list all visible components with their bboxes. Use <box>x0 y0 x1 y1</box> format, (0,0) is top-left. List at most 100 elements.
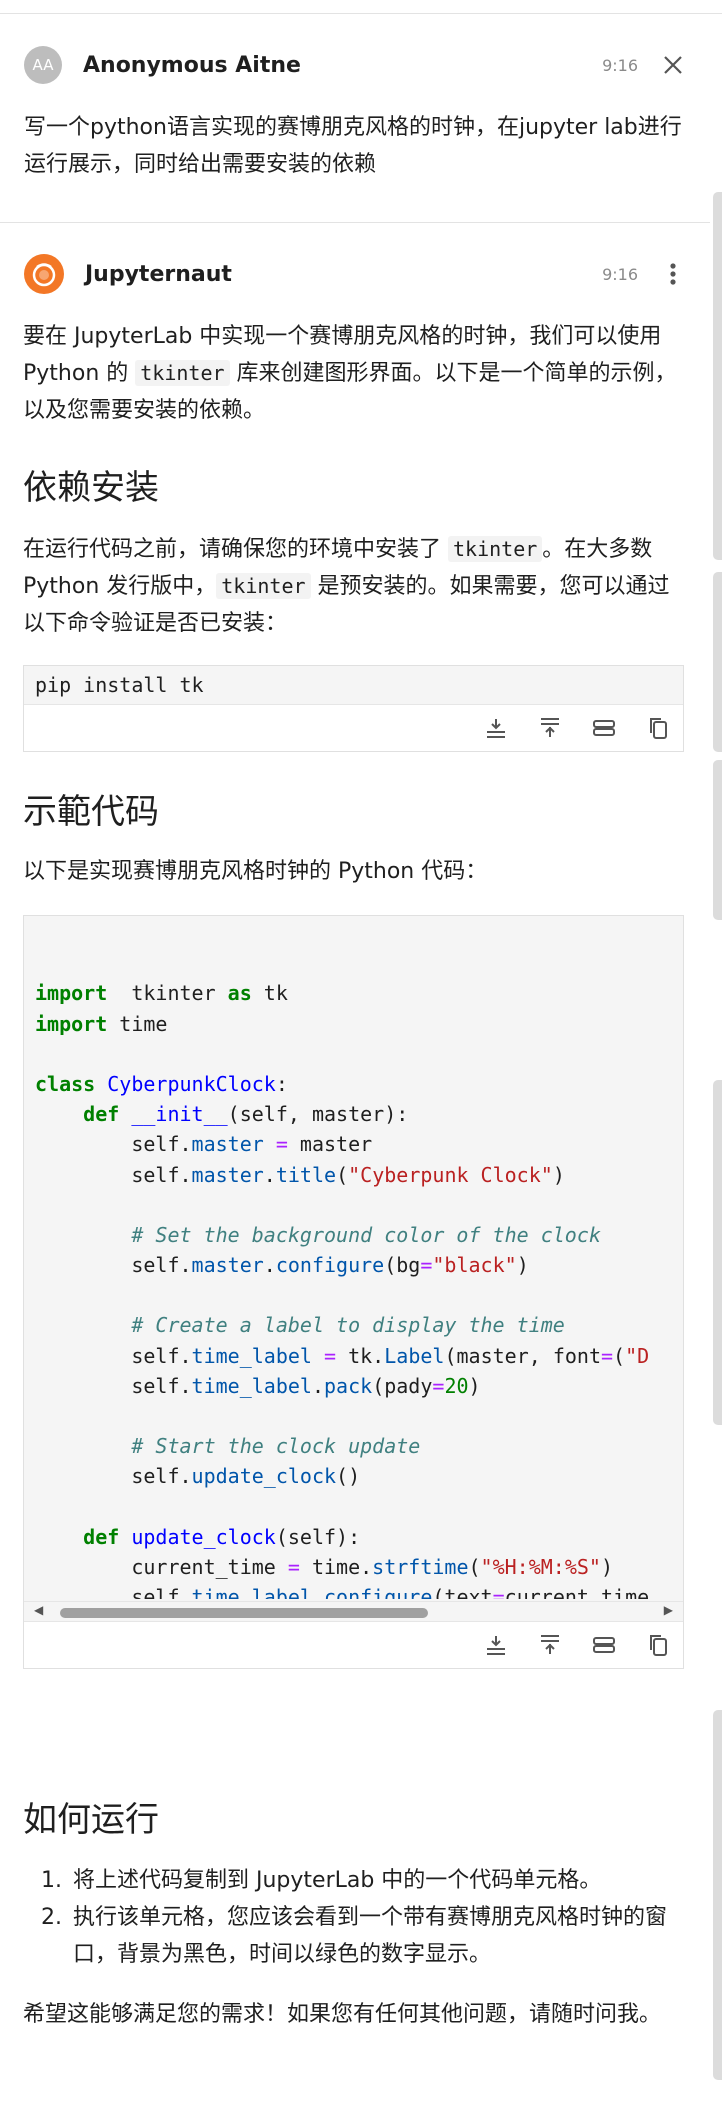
code-line: def __init__(self, master): <box>35 1099 672 1129</box>
jupyter-logo-icon <box>32 263 56 287</box>
insert-above-icon[interactable] <box>481 713 511 743</box>
code-token: def <box>83 1524 120 1549</box>
insert-below-icon[interactable] <box>535 1630 565 1660</box>
code-token: # Create a label to display the time <box>131 1313 565 1338</box>
code-token: "%H:%M:%S" <box>480 1554 601 1579</box>
insert-below-icon[interactable] <box>535 713 565 743</box>
inline-code: tkinter <box>448 536 543 562</box>
code-token: tk. <box>336 1343 385 1368</box>
code-token: update_clock <box>131 1524 276 1549</box>
code-line: # Start the clock update <box>35 1431 672 1461</box>
code-token: strftime <box>372 1554 469 1579</box>
bot-intro-text: 要在 JupyterLab 中实现一个赛博朋克风格的时钟，我们可以使用 Pyth… <box>23 318 683 429</box>
code-token: tkinter <box>107 981 228 1006</box>
code-token: self. <box>35 1253 192 1278</box>
deps-text-1: 在运行代码之前，请确保您的环境中安装了 <box>23 537 448 562</box>
section-title-how-to-run: 如何运行 <box>23 1800 159 1840</box>
code-line: import time <box>35 1009 672 1039</box>
jupyternaut-avatar <box>24 254 64 294</box>
code-line: self.master.title("Cyberpunk Clock") <box>35 1160 672 1190</box>
code-token: ( <box>468 1554 481 1579</box>
scrollbar-thumb[interactable] <box>60 1608 428 1618</box>
close-icon[interactable] <box>660 52 686 78</box>
code-token: self. <box>35 1343 192 1368</box>
scrollbar-segment[interactable] <box>713 572 722 752</box>
code-token: master <box>191 1132 264 1157</box>
bot-message: Jupyternaut 9:16 <box>0 249 710 299</box>
scrollbar-segment[interactable] <box>713 760 722 920</box>
horizontal-scrollbar[interactable]: ◀ ▶ <box>24 1602 683 1622</box>
code-token: def <box>83 1102 120 1127</box>
code-line: self.master.configure(bg="black") <box>35 1250 672 1280</box>
code-token: = <box>287 1554 300 1579</box>
code-token: current_time <box>504 1585 650 1600</box>
code-line: self.time_label.configure(text=current_t… <box>35 1582 672 1599</box>
more-options-icon[interactable] <box>660 261 686 287</box>
code-token: ( <box>613 1343 626 1368</box>
code-token: = <box>492 1585 505 1600</box>
install-code-block: pip install tk <box>23 665 684 752</box>
code-token: ) <box>468 1373 481 1398</box>
code-token: "D <box>625 1343 650 1368</box>
message-divider <box>0 222 710 223</box>
code-token: class <box>35 1071 96 1096</box>
copy-icon[interactable] <box>643 713 673 743</box>
dependencies-text: 在运行代码之前，请确保您的环境中安装了 tkinter 。在大多数 Python … <box>23 531 683 642</box>
inline-code: tkinter <box>135 360 230 386</box>
code-token: master <box>191 1253 264 1278</box>
code-token: master <box>287 1132 373 1157</box>
code-token: # Set the background color of the clock <box>131 1222 601 1247</box>
section-title-dependencies: 依赖安装 <box>23 468 159 508</box>
code-line: import tkinter as tk <box>35 978 672 1008</box>
scrollbar-segment[interactable] <box>713 1080 722 1425</box>
replace-cell-icon[interactable] <box>589 1630 619 1660</box>
sender-name: Jupyternaut <box>85 261 232 287</box>
insert-above-icon[interactable] <box>481 1630 511 1660</box>
code-token: master <box>191 1162 264 1187</box>
scrollbar-segment[interactable] <box>713 1710 722 2080</box>
copy-icon[interactable] <box>643 1630 673 1660</box>
code-toolbar <box>24 705 683 751</box>
scrollbar-segment[interactable] <box>713 192 722 560</box>
code-line: self.time_label = tk.Label(master, font=… <box>35 1341 672 1371</box>
top-divider <box>0 0 722 14</box>
scroll-left-arrow-icon[interactable]: ◀ <box>34 1603 43 1617</box>
code-token: Label <box>384 1343 445 1368</box>
replace-cell-icon[interactable] <box>589 713 619 743</box>
code-line: self.update_clock() <box>35 1461 672 1491</box>
code-token: CyberpunkClock <box>107 1071 276 1096</box>
inline-code: tkinter <box>216 573 311 599</box>
code-token: self. <box>35 1132 192 1157</box>
code-token: (pady <box>372 1373 433 1398</box>
code-token: = <box>324 1343 337 1368</box>
code-token: self. <box>35 1373 192 1398</box>
code-token: time. <box>299 1554 373 1579</box>
code-text[interactable]: import tkinter as tk import time class Cy… <box>24 916 683 1602</box>
code-token: 20 <box>444 1373 469 1398</box>
avatar-initials: AA <box>32 56 54 74</box>
chat-panel: AA Anonymous Aitne 9:16 写一个python语言实现的赛博… <box>0 0 722 2101</box>
code-token: update_clock <box>191 1464 337 1489</box>
code-token: self. <box>35 1464 192 1489</box>
install-code-text[interactable]: pip install tk <box>24 666 683 705</box>
code-token: "black" <box>432 1253 517 1278</box>
code-token: . <box>263 1162 276 1187</box>
code-token: = <box>420 1253 433 1278</box>
steps-list: 将上述代码复制到 JupyterLab 中的一个代码单元格。 执行该单元格，您应… <box>23 1862 683 1973</box>
python-code-block: import tkinter as tk import time class Cy… <box>23 915 684 1669</box>
scroll-right-arrow-icon[interactable]: ▶ <box>664 1603 673 1617</box>
code-token: (self): <box>275 1524 361 1549</box>
